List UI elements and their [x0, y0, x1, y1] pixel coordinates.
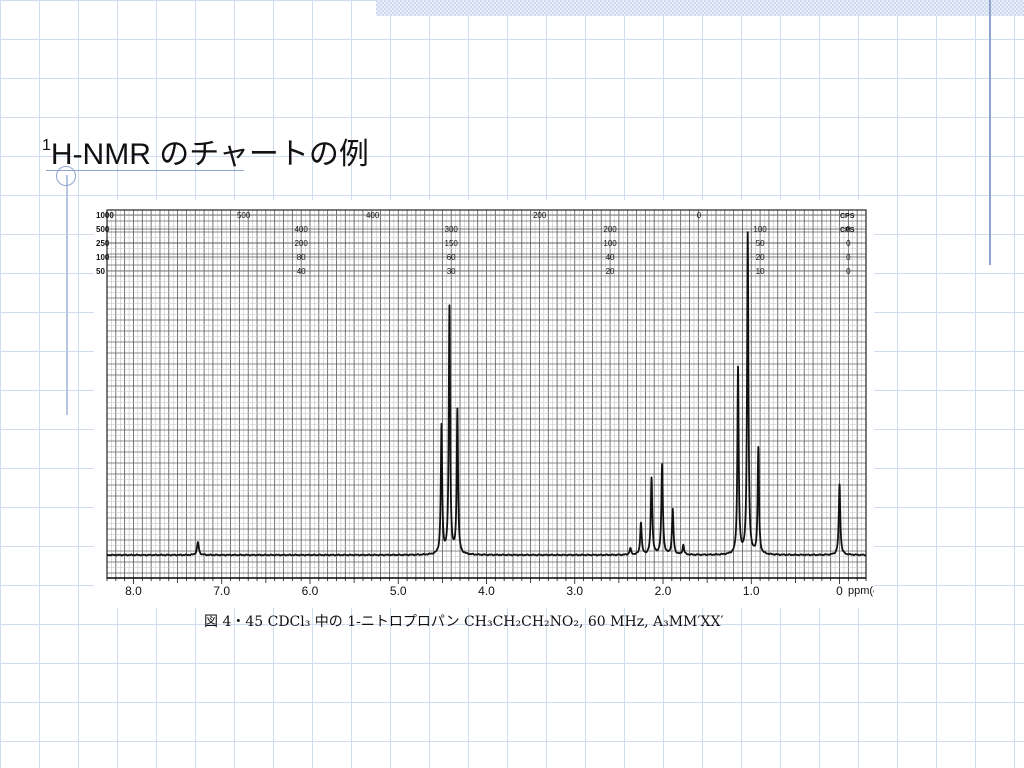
- x-tick-label: 4.0: [478, 584, 495, 598]
- spectrum-peak: [440, 425, 442, 427]
- spectrum-peak: [661, 464, 663, 466]
- spectrum-peak: [672, 509, 674, 511]
- sweep-width-label: 100: [96, 253, 110, 262]
- scale-tick-label: 400: [294, 225, 308, 234]
- sweep-width-label: 250: [96, 239, 110, 248]
- scale-tick-label: 10: [756, 267, 765, 276]
- scale-tick-label: 0: [846, 239, 851, 248]
- left-accent-rule: [66, 175, 68, 415]
- nmr-spectrum-chart: 100050025010050500 400 200 0 CPS400 300 200 100…: [94, 200, 874, 608]
- x-tick-label: 8.0: [125, 584, 142, 598]
- right-accent-rule: [989, 0, 991, 265]
- x-tick-label: 0: [836, 584, 843, 598]
- header-decoration: [376, 0, 1024, 16]
- scale-tick-label: 0: [697, 211, 702, 220]
- spectrum-peak: [448, 307, 450, 309]
- scale-tick-label: 100: [753, 225, 767, 234]
- x-axis-label: ppm(δ): [848, 585, 874, 597]
- spectrum-peak: [629, 547, 631, 549]
- spectrum-peak: [838, 483, 840, 485]
- spectrum-peak: [757, 448, 759, 450]
- slide-title: 1H-NMR のチャートの例: [42, 129, 369, 173]
- scale-tick-label: 0: [846, 267, 851, 276]
- x-tick-label: 3.0: [566, 584, 583, 598]
- title-text: H-NMR のチャートの例: [50, 138, 369, 171]
- scale-unit-label: CPS: [840, 213, 855, 220]
- sweep-width-label: 1000: [96, 211, 114, 220]
- scale-tick-label: 20: [606, 267, 615, 276]
- sweep-width-label: 500: [96, 225, 110, 234]
- scale-tick-label: 0: [846, 253, 851, 262]
- figure-caption: 図 4・45 CDCl₃ 中の 1-ニトロプロパン CH₃CH₂CH₂NO₂, …: [204, 614, 724, 630]
- scale-tick-label: 200: [603, 225, 617, 234]
- scale-tick-label: 20: [756, 253, 765, 262]
- title-underline: [46, 170, 244, 171]
- scale-tick-label: 60: [447, 253, 456, 262]
- x-tick-label: 1.0: [743, 584, 760, 598]
- sweep-width-label: 50: [96, 267, 105, 276]
- spectrum-peak: [737, 368, 739, 370]
- scale-tick-label: 40: [297, 267, 306, 276]
- spectrum-peak: [197, 541, 199, 543]
- spectrum-peak: [650, 477, 652, 479]
- x-tick-label: 6.0: [302, 584, 319, 598]
- scale-unit-label: CPS: [840, 227, 855, 234]
- scale-tick-label: 500: [237, 211, 251, 220]
- scale-tick-label: 40: [606, 253, 615, 262]
- x-tick-label: 5.0: [390, 584, 407, 598]
- scale-tick-label: 150: [445, 239, 459, 248]
- x-tick-label: 7.0: [213, 584, 230, 598]
- spectrum-peak: [682, 544, 684, 546]
- scale-tick-label: 100: [603, 239, 617, 248]
- spectrum-peak: [456, 409, 458, 411]
- scale-tick-label: 80: [297, 253, 306, 262]
- scale-tick-label: 50: [756, 239, 765, 248]
- spectrum-peak: [747, 233, 749, 235]
- scale-tick-label: 300: [445, 225, 459, 234]
- scale-tick-label: 400: [366, 211, 380, 220]
- title-ornament-circle: [56, 166, 76, 186]
- spectrum-peak: [640, 522, 642, 524]
- x-tick-label: 2.0: [655, 584, 672, 598]
- scale-tick-label: 200: [533, 211, 547, 220]
- scale-tick-label: 30: [447, 267, 456, 276]
- title-superscript: 1: [42, 137, 51, 154]
- scale-tick-label: 200: [294, 239, 308, 248]
